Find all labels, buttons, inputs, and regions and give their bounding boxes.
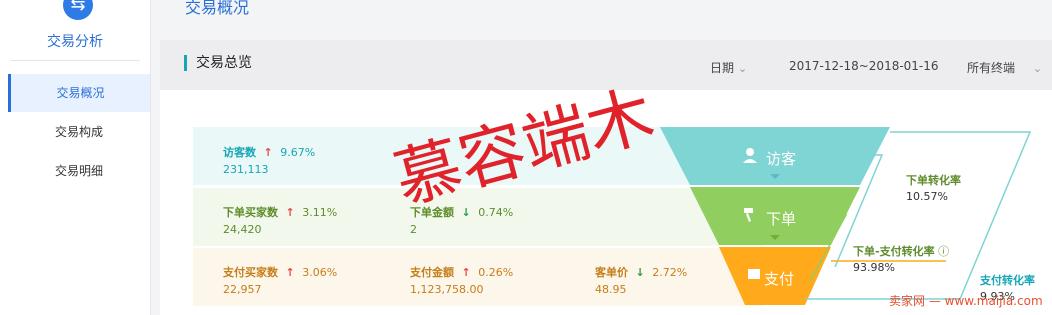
help-icon[interactable]: ⓘ — [938, 245, 949, 258]
user-icon — [746, 148, 754, 156]
chevron-down-icon: ⌄ — [1032, 62, 1043, 75]
rate-label: 支付转化率 — [980, 274, 1035, 287]
site-watermark: 卖家网 — www.maijia.com — [889, 294, 1043, 308]
nav-item-overview[interactable]: 交易概况 — [8, 74, 150, 112]
funnel-label-order: 下单 — [766, 210, 797, 228]
arrow-up-icon: ↑ — [263, 146, 273, 159]
metric-label: 支付买家数 — [223, 266, 278, 279]
metric-value: 22,957 — [223, 283, 262, 296]
nav-divider — [10, 60, 140, 61]
metric-value: 1,123,758.00 — [410, 283, 484, 296]
nav-section-title: 交易分析 — [47, 34, 103, 50]
rate-label: 下单-支付转化率 — [853, 245, 935, 258]
metric-pay-buyers: 支付买家数 ↑ 3.06% 22,957 — [223, 264, 337, 296]
metric-change: 0.74% — [478, 206, 514, 219]
metric-label: 支付金额 — [410, 266, 454, 279]
metric-label: 客单价 — [595, 266, 628, 279]
funnel-label-visitors: 访客 — [766, 150, 797, 168]
metric-value: 24,420 — [223, 223, 262, 236]
metric-value: 231,113 — [223, 163, 269, 176]
terminal-dropdown-label: 所有终端 — [967, 61, 1016, 75]
metric-pay-amount: 支付金额 ↑ 0.26% 1,123,758.00 — [410, 264, 513, 296]
chevron-down-icon: ⌄ — [737, 62, 748, 75]
arrow-up-icon: ↑ — [285, 266, 295, 279]
metric-change: 3.06% — [302, 266, 338, 279]
date-dropdown-label: 日期 — [710, 61, 735, 75]
rate-order-to-pay: 下单-支付转化率 ⓘ 93.98% — [853, 243, 949, 274]
metric-visitors: 访客数 ↑ 9.67% 231,113 — [223, 144, 315, 176]
metric-label: 下单买家数 — [223, 206, 278, 219]
page-title: 交易概况 — [185, 0, 250, 17]
date-range-value[interactable]: 2017-12-18~2018-01-16 — [789, 59, 939, 73]
metric-change: 9.67% — [280, 146, 316, 159]
date-dropdown[interactable]: 日期 ⌄ — [710, 59, 747, 76]
metric-value: 2 — [410, 223, 417, 236]
rate-value: 93.98% — [853, 261, 895, 274]
terminal-dropdown[interactable]: 所有终端 ⌄ — [967, 59, 1042, 76]
arrow-up-icon: ↑ — [285, 206, 295, 219]
metric-change: 0.26% — [478, 266, 514, 279]
exchange-icon: ⇆ — [63, 0, 93, 20]
funnel-label-payment: 支付 — [764, 270, 795, 288]
wallet-icon — [748, 269, 760, 279]
rate-label: 下单转化率 — [906, 174, 961, 187]
metric-order-buyers: 下单买家数 ↑ 3.11% 24,420 — [223, 204, 337, 236]
metric-change: 3.11% — [302, 206, 338, 219]
metric-label: 访客数 — [223, 146, 256, 159]
sidebar: ⇆ 交易分析 交易概况 交易构成 交易明细 — [0, 0, 151, 315]
rate-value: 10.57% — [906, 190, 948, 203]
arrow-up-icon: ↑ — [461, 266, 471, 279]
arrow-down-icon: ↓ — [635, 266, 645, 279]
section-title: 交易总览 — [184, 55, 252, 71]
nav-item-details[interactable]: 交易明细 — [8, 152, 150, 190]
rate-order-conversion: 下单转化率 10.57% — [906, 172, 961, 203]
nav-item-composition[interactable]: 交易构成 — [8, 113, 150, 151]
